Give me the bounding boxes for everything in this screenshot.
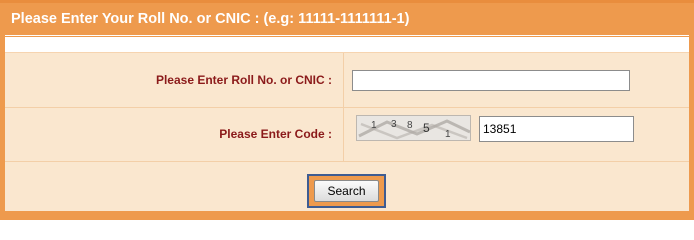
- captcha-digit: 3: [391, 119, 397, 130]
- code-label: Please Enter Code :: [219, 127, 332, 141]
- search-button[interactable]: Search: [314, 180, 379, 202]
- roll-input[interactable]: [352, 70, 630, 91]
- header-title: Please Enter Your Roll No. or CNIC : (e.…: [11, 11, 410, 27]
- roll-label: Please Enter Roll No. or CNIC :: [155, 73, 332, 87]
- captcha-digit: 5: [423, 121, 430, 135]
- form-frame: Please Enter Your Roll No. or CNIC : (e.…: [0, 0, 694, 220]
- form-panel: Please Enter Roll No. or CNIC : Please E…: [5, 52, 689, 211]
- form-header: Please Enter Your Roll No. or CNIC : (e.…: [5, 3, 689, 36]
- column-divider: [343, 53, 344, 161]
- search-button-frame: Search: [307, 174, 386, 208]
- header-spacer: [5, 37, 689, 52]
- captcha-digit: 1: [445, 129, 451, 140]
- captcha-image: 1 3 8 5 1: [356, 115, 471, 141]
- captcha-digit: 1: [371, 120, 377, 131]
- code-input[interactable]: [479, 116, 634, 142]
- captcha-digit: 8: [407, 120, 413, 131]
